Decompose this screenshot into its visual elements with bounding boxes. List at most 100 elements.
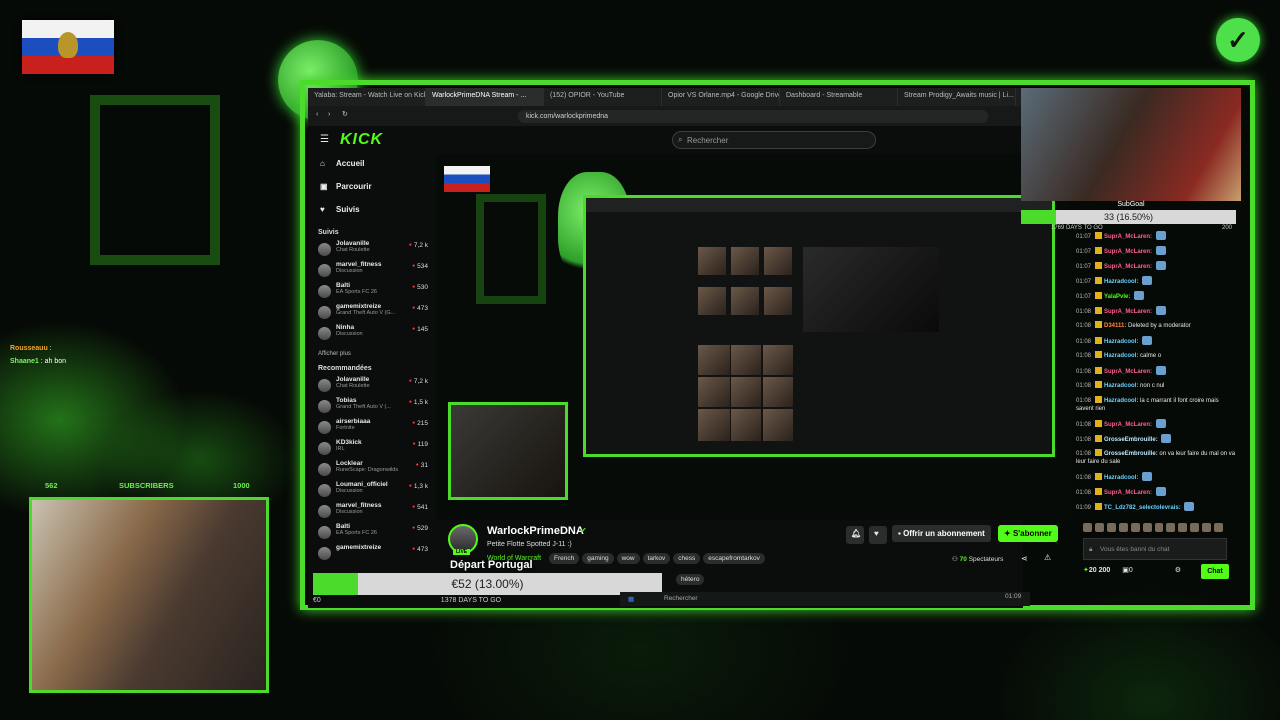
show-more-link[interactable]: Afficher plus: [318, 351, 434, 357]
browser-tab[interactable]: Dashboard - Streamable: [780, 88, 898, 106]
chat-username[interactable]: SuprA_McLaren:: [1104, 309, 1152, 315]
kick-logo[interactable]: KICK: [340, 131, 383, 149]
tag[interactable]: gaming: [582, 553, 614, 564]
chat-username[interactable]: YalaPvle:: [1104, 294, 1130, 300]
channel-item[interactable]: Loumani_officielDiscussion 1,3 k: [312, 481, 434, 502]
emote-icon: [1155, 419, 1166, 428]
browser-tab[interactable]: Stream Prodigy_Awaits music | Li...: [898, 88, 1016, 106]
search-input[interactable]: ⌕ Rechercher: [672, 131, 876, 149]
chat-username[interactable]: GrosseEmbrouille:: [1104, 451, 1158, 457]
badge-icon: [1095, 488, 1103, 495]
banned-text: Vous êtes banni du chat: [1100, 546, 1170, 553]
tag[interactable]: wow: [616, 553, 640, 564]
verified-badge-icon: ✓: [1216, 18, 1260, 62]
overlay-chat-line: Shaane1 : ah bon: [10, 358, 67, 365]
url-field[interactable]: kick.com/warlockprimedna: [518, 110, 988, 123]
browser-tab[interactable]: Yalaba: Stream - Watch Live on Kick: [308, 88, 426, 106]
nav-browse[interactable]: ▣ Parcourir: [312, 177, 434, 200]
nav-home[interactable]: ⌂ Accueil: [312, 154, 434, 177]
badge-icon: [1095, 307, 1103, 314]
tag[interactable]: tarkov: [642, 553, 671, 564]
channel-item[interactable]: BaltiEA Sports FC 26 529: [312, 523, 434, 544]
channel-avatar: [318, 526, 331, 539]
channel-item[interactable]: gamemixtreize 473: [312, 544, 434, 565]
channel-category: Discussion: [336, 488, 363, 494]
channel-name: Balti: [336, 282, 351, 289]
emote-icon: [1142, 336, 1153, 345]
followed-list: JolavanilleChat Roulette 7,2 k marvel_fitn…: [312, 240, 434, 345]
reload-icon[interactable]: ↻: [342, 110, 348, 118]
tag[interactable]: escapefromtarkov: [703, 553, 765, 564]
chat-username[interactable]: TC_Ldz782_selectolevrais:: [1104, 505, 1181, 511]
chat-username[interactable]: Hazradcool:: [1104, 398, 1138, 404]
channel-name: gamemixtreize: [336, 303, 382, 310]
gift-count: 0: [1128, 567, 1133, 574]
chat-username[interactable]: SuprA_McLaren:: [1104, 264, 1152, 270]
channel-item[interactable]: marvel_fitnessDiscussion 534: [312, 261, 434, 282]
chat-username[interactable]: SuprA_McLaren:: [1104, 234, 1152, 240]
emote-row: [1083, 523, 1224, 533]
gift-icon[interactable]: ▣: [1122, 567, 1129, 574]
badge-icon: [1095, 277, 1103, 284]
channel-name: gamemixtreize: [336, 544, 382, 551]
channel-item[interactable]: marvel_fitnessDiscussion 541: [312, 502, 434, 523]
chat-input-banned[interactable]: 🔒︎ Vous êtes banni du chat: [1083, 538, 1227, 560]
gift-sub-label: Offrir un abonnement: [903, 529, 985, 538]
channel-item[interactable]: KD3kickIRL 119: [312, 439, 434, 460]
tag[interactable]: hétero: [676, 574, 705, 585]
bell-icon[interactable]: 🔔︎: [846, 526, 864, 544]
nav-following[interactable]: ♥ Suivis: [312, 200, 434, 223]
badge-icon: [1095, 381, 1103, 388]
browser-tab[interactable]: Opior VS Orlane.mp4 - Google Drive: [662, 88, 780, 106]
channel-name: Ninha: [336, 324, 355, 331]
channel-item[interactable]: BaltiEA Sports FC 26 530: [312, 282, 434, 303]
channel-viewers: 541: [412, 504, 428, 511]
gift-sub-button[interactable]: ▪ Offrir un abonnement: [892, 525, 991, 542]
channel-item[interactable]: LocklearRuneScape: Dragonwilds 31: [312, 460, 434, 481]
kick-topbar: [308, 126, 1023, 154]
forward-icon[interactable]: ›: [328, 111, 330, 118]
chat-text: calme o: [1140, 353, 1162, 359]
chat-username[interactable]: SuprA_McLaren:: [1104, 422, 1152, 428]
channel-item[interactable]: NinhaDiscussion 145: [312, 324, 434, 345]
channel-viewers: 7,2 k: [409, 378, 428, 385]
chat-send-button[interactable]: Chat: [1201, 564, 1229, 579]
channel-item[interactable]: gamemixtreizeGrand Theft Auto V (G... 473: [312, 303, 434, 324]
streamer-name[interactable]: WarlockPrimeDNA: [487, 525, 584, 537]
chat-username[interactable]: SuprA_McLaren:: [1104, 249, 1152, 255]
photo-thumbnail: [763, 377, 793, 407]
browser-tab-active[interactable]: WarlockPrimeDNA Stream - ...: [426, 88, 544, 106]
chat-username[interactable]: Hazradcool:: [1104, 279, 1138, 285]
channel-item[interactable]: JolavanilleChat Roulette 7,2 k: [312, 240, 434, 261]
heart-button[interactable]: ♥: [869, 526, 887, 544]
chat-time: 01:08: [1076, 475, 1092, 481]
chat-username[interactable]: Hazradcool:: [1104, 353, 1138, 359]
menu-icon[interactable]: ☰: [320, 134, 329, 145]
tag[interactable]: French: [549, 553, 580, 564]
chat-username[interactable]: SuprA_McLaren:: [1104, 369, 1152, 375]
channel-item[interactable]: JolavanilleChat Roulette 7,2 k: [312, 376, 434, 397]
back-icon[interactable]: ‹: [316, 111, 318, 118]
overlay-chat-user: Shaane1: [10, 358, 39, 365]
share-icon[interactable]: ⋖: [1021, 554, 1028, 563]
chat-username[interactable]: Hazradcool:: [1104, 339, 1138, 345]
browser-tab[interactable]: (152) OPIOR - YouTube: [544, 88, 662, 106]
channel-viewers: 7,2 k: [409, 242, 428, 249]
channel-item[interactable]: TobiasGrand Theft Auto V (... 1,5 k: [312, 397, 434, 418]
subs-label: SUBSCRIBERS: [119, 481, 174, 490]
sidebar: ⌂ Accueil ▣ Parcourir ♥ Suivis Suivis Jolav…: [312, 154, 434, 604]
channel-category: EA Sports FC 26: [336, 289, 377, 295]
taskbar-search[interactable]: Rechercher: [664, 595, 698, 602]
chat-username[interactable]: Hazradcool:: [1104, 383, 1138, 389]
channel-item[interactable]: airserbiaaaFortnite 215: [312, 418, 434, 439]
windows-icon[interactable]: ▦: [628, 595, 634, 603]
tag[interactable]: chess: [673, 553, 701, 564]
chat-username[interactable]: D34111:: [1104, 323, 1126, 329]
chat-username[interactable]: Hazradcool:: [1104, 475, 1138, 481]
settings-icon[interactable]: ⚙: [1175, 567, 1181, 574]
chat-username[interactable]: SuprA_McLaren:: [1104, 490, 1152, 496]
chat-username[interactable]: GrosseEmbrouille:: [1104, 437, 1158, 443]
report-icon[interactable]: ⚠: [1044, 553, 1051, 562]
badge-icon: [1095, 396, 1103, 403]
subscribe-button[interactable]: ✦ S'abonner: [998, 525, 1058, 542]
